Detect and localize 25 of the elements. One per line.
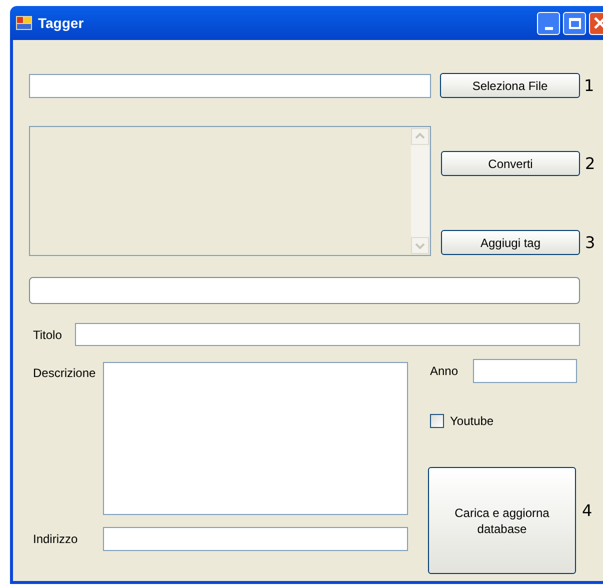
- add-tag-button[interactable]: Aggiugi tag: [441, 230, 580, 255]
- close-icon: [593, 16, 603, 30]
- year-field[interactable]: [473, 359, 577, 383]
- title-field[interactable]: [75, 323, 580, 346]
- minimize-button[interactable]: [537, 12, 560, 34]
- step-number: 3: [585, 232, 596, 254]
- description-label: Descrizione: [32, 365, 97, 382]
- window-title: Tagger: [38, 14, 84, 33]
- address-field[interactable]: [103, 527, 408, 551]
- youtube-checkbox[interactable]: [430, 414, 444, 428]
- title-label: Titolo: [32, 326, 63, 344]
- step-number: 4: [582, 500, 592, 522]
- select-file-button[interactable]: Seleziona File: [440, 73, 580, 98]
- address-label: Indirizzo: [32, 531, 79, 548]
- step-number: 2: [585, 152, 596, 174]
- text-field[interactable]: [29, 277, 580, 304]
- year-label: Anno: [430, 363, 460, 380]
- app-icon: [16, 15, 32, 31]
- checkbox-label: Youtube: [450, 413, 494, 430]
- convert-button[interactable]: Converti: [441, 151, 580, 176]
- step-number: 1: [584, 74, 594, 96]
- upload-database-button[interactable]: Carica e aggiorna database: [428, 467, 576, 574]
- file-path-field[interactable]: [29, 74, 431, 98]
- maximize-button[interactable]: [563, 12, 586, 34]
- description-field[interactable]: [103, 362, 408, 515]
